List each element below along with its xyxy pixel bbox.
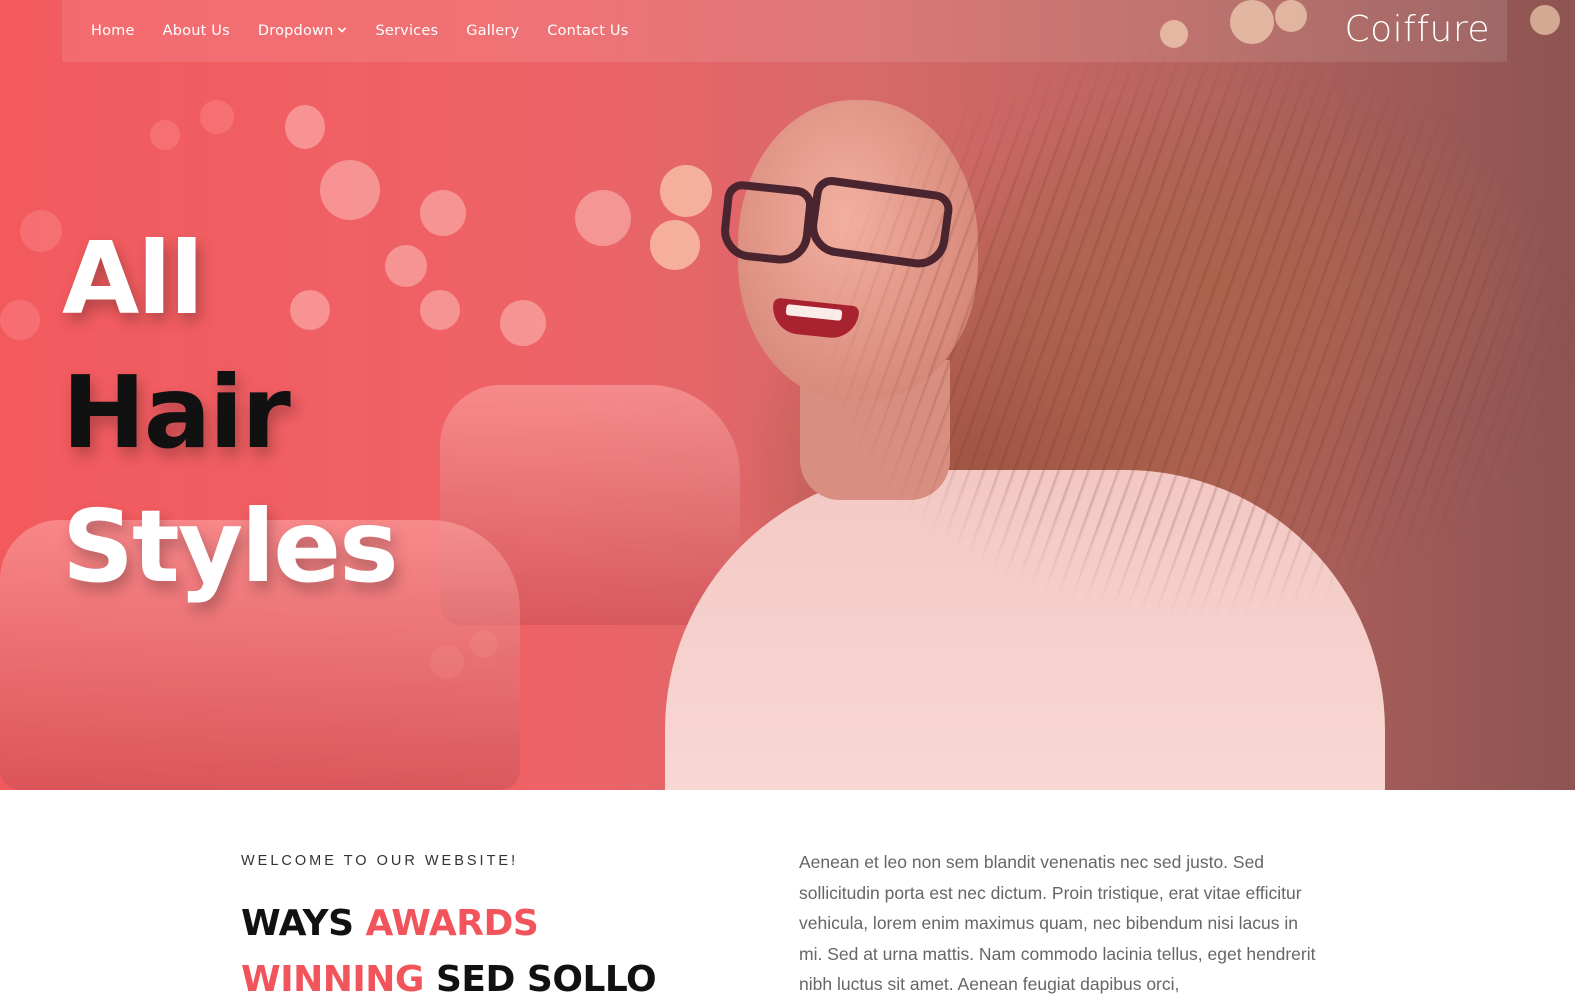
bokeh-light (420, 290, 460, 330)
hero-banner: Home About Us Dropdown Services Gallery … (0, 0, 1575, 790)
bokeh-light (150, 120, 180, 150)
bokeh-light (575, 190, 631, 246)
bokeh-light (650, 220, 700, 270)
welcome-heading: WAYS AWARDS WINNING SED SOLLO (241, 896, 761, 1000)
nav-about-us[interactable]: About Us (163, 23, 230, 39)
main-navbar: Home About Us Dropdown Services Gallery … (62, 0, 1507, 62)
nav-gallery[interactable]: Gallery (466, 23, 519, 39)
nav-contact-us[interactable]: Contact Us (547, 23, 628, 39)
welcome-heading-accent1: AWARDS (365, 903, 539, 944)
bokeh-light (320, 160, 380, 220)
hero-headline-line1: All (62, 220, 204, 337)
hero-headline-line2: Hair (62, 354, 291, 471)
bokeh-light (420, 190, 466, 236)
bokeh-light (200, 100, 234, 134)
hair-strands (730, 30, 1575, 790)
nav-dropdown-label: Dropdown (257, 23, 334, 39)
hero-headline-line3: Styles (62, 488, 399, 605)
welcome-heading-part2: SED SOLLO (423, 959, 657, 1000)
nav-services[interactable]: Services (375, 23, 438, 39)
bokeh-light (20, 210, 62, 252)
bokeh-light (0, 300, 40, 340)
welcome-paragraph: Aenean et leo non sem blandit venenatis … (799, 852, 1316, 994)
bokeh-light (500, 300, 546, 346)
welcome-heading-accent2: WINNING (241, 959, 424, 1000)
nav-home[interactable]: Home (91, 23, 135, 39)
nav-links: Home About Us Dropdown Services Gallery … (62, 23, 656, 39)
brand-logo[interactable]: Coiffure (1345, 9, 1491, 50)
welcome-heading-part1: WAYS (241, 903, 366, 944)
hero-headline: All Hair Styles (62, 212, 399, 614)
nav-dropdown[interactable]: Dropdown (258, 23, 348, 39)
bokeh-light (285, 105, 325, 149)
welcome-tagline: WELCOME TO OUR WEBSITE! (241, 853, 519, 869)
chevron-down-icon (337, 26, 347, 37)
